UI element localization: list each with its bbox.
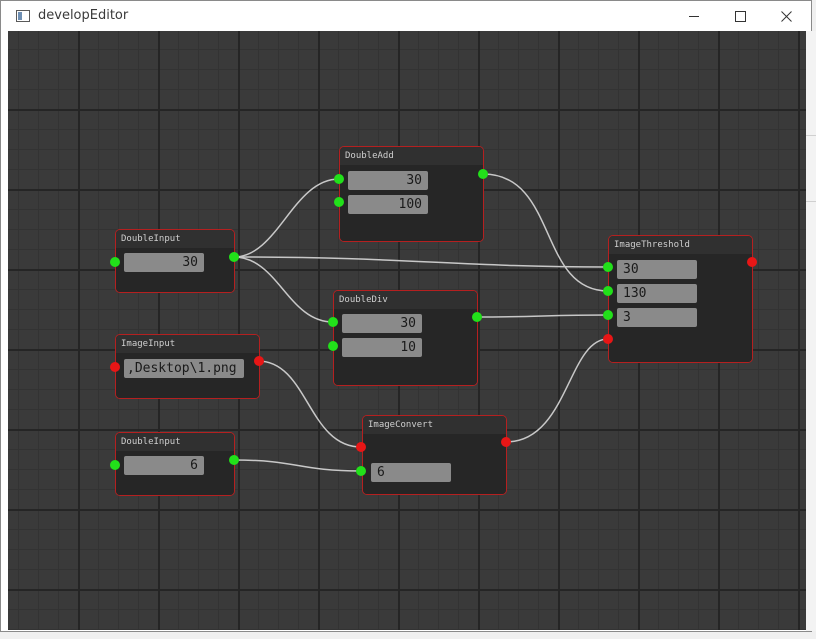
- node-image-threshold[interactable]: ImageThreshold 30 130 3: [608, 235, 753, 363]
- input-port[interactable]: [603, 310, 613, 320]
- input-port[interactable]: [334, 197, 344, 207]
- node-double-input[interactable]: DoubleInput 30: [115, 229, 235, 293]
- close-button[interactable]: [763, 1, 809, 32]
- node-title: ImageInput: [116, 335, 259, 353]
- input-port[interactable]: [110, 460, 120, 470]
- input-port[interactable]: [356, 466, 366, 476]
- output-port[interactable]: [254, 356, 264, 366]
- input-port[interactable]: [603, 334, 613, 344]
- node-title: ImageThreshold: [609, 236, 752, 254]
- node-title: DoubleInput: [116, 433, 234, 451]
- close-icon: [780, 11, 792, 22]
- node-double-add[interactable]: DoubleAdd 30 100: [339, 146, 484, 242]
- node-title: DoubleInput: [116, 230, 234, 248]
- output-port[interactable]: [501, 437, 511, 447]
- value-field-b[interactable]: 130: [617, 284, 697, 303]
- input-port[interactable]: [603, 286, 613, 296]
- output-port[interactable]: [229, 252, 239, 262]
- output-port[interactable]: [472, 312, 482, 322]
- node-title: DoubleDiv: [334, 291, 477, 309]
- input-port[interactable]: [356, 442, 366, 452]
- title-bar[interactable]: developEditor: [1, 1, 811, 32]
- output-port[interactable]: [478, 169, 488, 179]
- value-field-a[interactable]: 30: [348, 171, 428, 190]
- value-field-b[interactable]: 100: [348, 195, 428, 214]
- window-title: developEditor: [38, 8, 129, 23]
- connection-wire: [233, 256, 609, 268]
- value-field[interactable]: 6: [371, 463, 451, 482]
- background-window-edge: [806, 31, 816, 631]
- node-double-input[interactable]: DoubleInput 6: [115, 432, 235, 496]
- node-title: DoubleAdd: [340, 147, 483, 165]
- value-field-a[interactable]: 30: [617, 260, 697, 279]
- connection-wire: [233, 178, 340, 258]
- connection-wire: [505, 338, 609, 443]
- app-icon: [16, 10, 30, 22]
- value-field[interactable]: 6: [124, 456, 204, 475]
- value-field-a[interactable]: 30: [342, 314, 422, 333]
- connection-wire: [233, 256, 334, 323]
- input-port[interactable]: [334, 174, 344, 184]
- input-port[interactable]: [328, 341, 338, 351]
- minimize-button[interactable]: [671, 1, 717, 32]
- input-port[interactable]: [110, 362, 120, 372]
- file-path-field[interactable]: ,Desktop\1.png: [124, 359, 244, 378]
- connection-wire: [476, 314, 609, 318]
- value-field[interactable]: 30: [124, 253, 204, 272]
- value-field-c[interactable]: 3: [617, 308, 697, 327]
- connection-wire: [233, 459, 362, 472]
- maximize-button[interactable]: [717, 1, 763, 32]
- node-editor-canvas[interactable]: DoubleInput 30 DoubleAdd 30 100 DoubleDi…: [8, 31, 806, 630]
- connection-wire: [482, 173, 609, 292]
- input-port[interactable]: [110, 257, 120, 267]
- output-port[interactable]: [747, 257, 757, 267]
- input-port[interactable]: [328, 317, 338, 327]
- node-double-div[interactable]: DoubleDiv 30 10: [333, 290, 478, 386]
- output-port[interactable]: [229, 455, 239, 465]
- node-title: ImageConvert: [363, 416, 506, 434]
- value-field-b[interactable]: 10: [342, 338, 422, 357]
- input-port[interactable]: [603, 262, 613, 272]
- node-image-input[interactable]: ImageInput ,Desktop\1.png: [115, 334, 260, 399]
- node-image-convert[interactable]: ImageConvert 6: [362, 415, 507, 495]
